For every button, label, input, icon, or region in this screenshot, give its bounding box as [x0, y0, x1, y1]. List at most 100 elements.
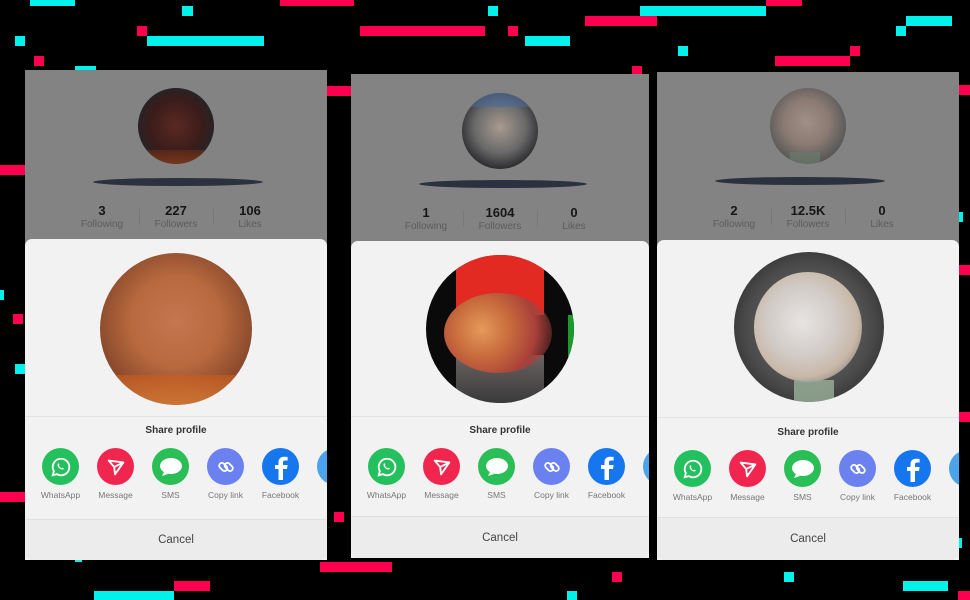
share-sheet: Share profile WhatsApp Message SMS Copy lin…	[657, 240, 959, 560]
share-target-label: Message	[730, 492, 765, 502]
stripe	[775, 56, 850, 66]
share-title: Share profile	[469, 425, 531, 436]
stat-label: Likes	[562, 221, 586, 232]
share-target-whatsapp[interactable]: WhatsApp	[33, 448, 88, 500]
share-target-message[interactable]: Message	[414, 448, 469, 500]
share-target-whatsapp[interactable]: WhatsApp	[359, 448, 414, 500]
share-target-sms[interactable]: SMS	[469, 448, 524, 500]
facebook-icon[interactable]	[262, 448, 299, 485]
share-avatar	[734, 252, 884, 402]
facebook-icon[interactable]	[588, 448, 625, 485]
cancel-button[interactable]: Cancel	[351, 517, 649, 558]
stat-value: 0	[878, 203, 886, 218]
stripe	[567, 591, 577, 600]
stripe	[612, 572, 622, 582]
cancel-area: Cancel	[657, 517, 959, 560]
whatsapp-icon[interactable]	[42, 448, 79, 485]
profile-header-dimmed: 3 Following 227 Followers 106 Likes	[25, 70, 327, 250]
share-target-label: Message	[424, 490, 459, 500]
paper-plane-icon[interactable]	[729, 450, 766, 487]
stripe	[320, 562, 392, 572]
stripe	[959, 212, 963, 222]
share-title: Share profile	[777, 427, 839, 438]
twitter-icon[interactable]	[317, 448, 327, 485]
stripe	[0, 290, 4, 300]
stripe	[0, 165, 25, 175]
stat-followers[interactable]: 12.5K Followers	[771, 203, 845, 231]
share-target-sms[interactable]: SMS	[775, 450, 830, 502]
profile-avatar	[770, 88, 846, 164]
stripe	[13, 314, 23, 324]
share-target-facebook[interactable]: Facebook	[885, 450, 940, 502]
divider	[657, 417, 959, 418]
stat-likes[interactable]: 0 Likes	[845, 203, 919, 231]
profile-stats: 2 Following 12.5K Followers 0 Likes	[657, 203, 959, 231]
share-target-label: Facebook	[893, 492, 932, 502]
stripe	[147, 36, 264, 46]
stripe	[15, 36, 25, 46]
stripe	[784, 572, 794, 582]
stripe	[34, 56, 44, 66]
share-target-label: Copy link	[840, 492, 875, 502]
stripe	[15, 364, 25, 374]
stat-following[interactable]: 2 Following	[697, 203, 771, 231]
share-target-message[interactable]: Message	[88, 448, 143, 500]
link-icon[interactable]	[207, 448, 244, 485]
stripe	[958, 412, 970, 422]
stripe	[525, 36, 570, 46]
facebook-icon[interactable]	[894, 450, 931, 487]
share-target-facebook[interactable]: Facebook	[579, 448, 634, 500]
stat-value: 12.5K	[790, 203, 826, 218]
twitter-icon[interactable]	[643, 448, 649, 485]
share-target-twitter[interactable]: Tw	[940, 450, 959, 502]
stripe	[488, 6, 498, 16]
speech-bubble-icon[interactable]	[784, 450, 821, 487]
link-icon[interactable]	[533, 448, 570, 485]
share-sheet: Share profile WhatsApp Message SMS Copy lin…	[351, 241, 649, 558]
stripe	[896, 26, 906, 36]
username-redacted	[715, 177, 885, 185]
cancel-button[interactable]: Cancel	[25, 520, 327, 560]
share-sheet: Share profile WhatsApp Message SMS Copy lin…	[25, 239, 327, 560]
whatsapp-icon[interactable]	[368, 448, 405, 485]
share-target-twitter[interactable]: Tw	[308, 448, 327, 500]
stripe	[280, 0, 354, 6]
stripe	[958, 265, 970, 275]
stat-following[interactable]: 1 Following	[389, 205, 463, 233]
stat-followers[interactable]: 1604 Followers	[463, 205, 537, 233]
share-target-copy-link[interactable]: Copy link	[524, 448, 579, 500]
paper-plane-icon[interactable]	[423, 448, 460, 485]
screenshot-panel-1: 3 Following 227 Followers 106 Likes Shar…	[25, 70, 327, 560]
speech-bubble-icon[interactable]	[152, 448, 189, 485]
share-target-twitter[interactable]: Tw	[634, 448, 649, 500]
share-target-whatsapp[interactable]: WhatsApp	[665, 450, 720, 502]
stat-likes[interactable]: 0 Likes	[537, 205, 611, 233]
stat-value: 3	[98, 203, 106, 218]
stripe	[137, 26, 147, 36]
twitter-icon[interactable]	[949, 450, 959, 487]
stripe	[182, 6, 193, 16]
stripe	[0, 492, 25, 502]
paper-plane-icon[interactable]	[97, 448, 134, 485]
stat-label: Followers	[154, 219, 198, 230]
link-icon[interactable]	[839, 450, 876, 487]
share-target-copy-link[interactable]: Copy link	[830, 450, 885, 502]
share-target-message[interactable]: Message	[720, 450, 775, 502]
stat-followers[interactable]: 227 Followers	[139, 203, 213, 231]
share-target-copy-link[interactable]: Copy link	[198, 448, 253, 500]
share-target-label: Facebook	[261, 490, 300, 500]
screenshot-panel-2: 1 Following 1604 Followers 0 Likes Share…	[351, 74, 649, 558]
stat-following[interactable]: 3 Following	[65, 203, 139, 231]
share-target-facebook[interactable]: Facebook	[253, 448, 308, 500]
stripe	[678, 46, 688, 56]
share-targets-row: WhatsApp Message SMS Copy link Facebook Tw	[359, 448, 649, 500]
whatsapp-icon[interactable]	[674, 450, 711, 487]
share-targets-row: WhatsApp Message SMS Copy link Facebook Tw	[665, 450, 959, 502]
share-target-label: WhatsApp	[366, 490, 407, 500]
share-target-sms[interactable]: SMS	[143, 448, 198, 500]
stat-label: Following	[404, 221, 448, 232]
stat-likes[interactable]: 106 Likes	[213, 203, 287, 231]
stat-value: 106	[239, 203, 261, 218]
cancel-button[interactable]: Cancel	[657, 518, 959, 560]
speech-bubble-icon[interactable]	[478, 448, 515, 485]
